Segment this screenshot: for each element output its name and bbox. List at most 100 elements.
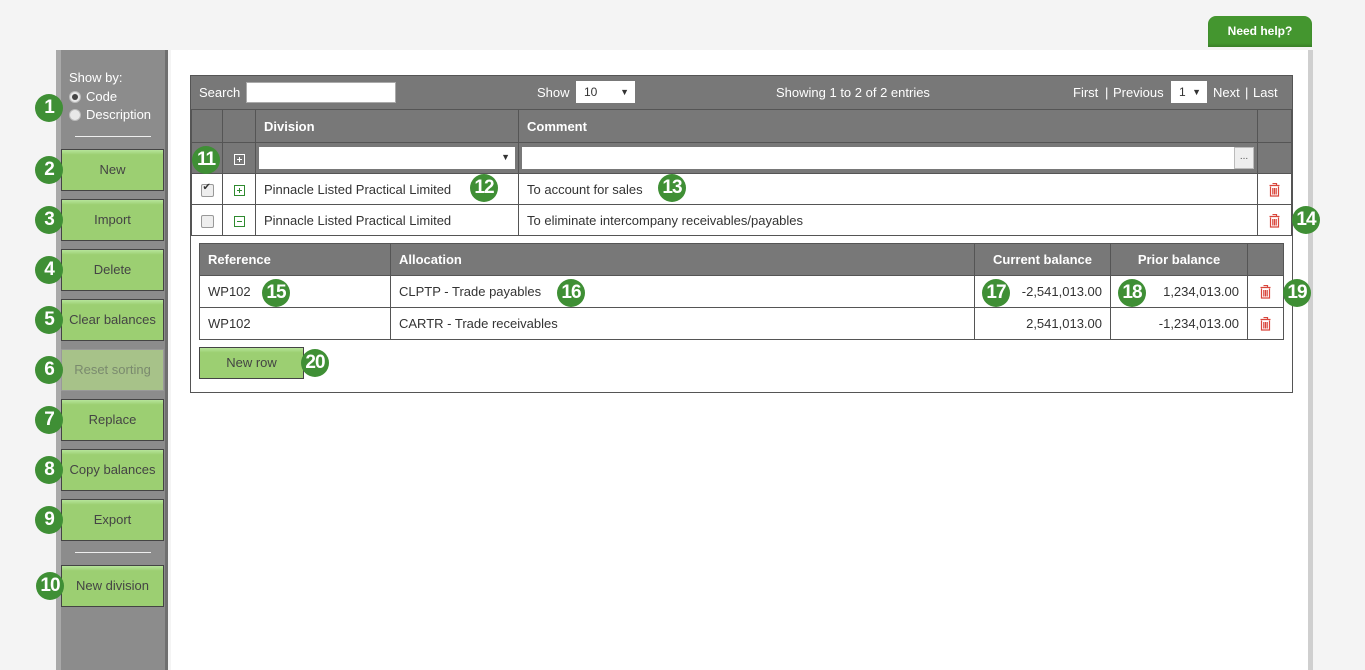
comment-column-header[interactable]: Comment (518, 109, 1258, 143)
reference-cell[interactable]: WP102 (199, 307, 391, 340)
replace-button[interactable]: Replace (61, 399, 164, 441)
callout-badge: 4 (35, 256, 63, 284)
clear-balances-button[interactable]: Clear balances (61, 299, 164, 341)
delete-icon[interactable] (1260, 285, 1271, 299)
callout-badge: 15 (262, 279, 290, 307)
reference-cell[interactable]: WP102 (199, 275, 391, 308)
prior-balance-column-header[interactable]: Prior balance (1110, 243, 1248, 276)
dropdown-arrow-icon: ▼ (501, 152, 510, 162)
need-help-button[interactable]: Need help? (1208, 16, 1312, 47)
divider (75, 552, 151, 553)
division-filter-select[interactable]: ▼ (259, 147, 515, 169)
new-division-button[interactable]: New division (61, 565, 164, 607)
radio-selected-icon[interactable] (69, 90, 81, 103)
table-row[interactable]: Pinnacle Listed Practical Limited To eli… (191, 204, 1292, 236)
detail-row[interactable]: WP102 CARTR - Trade receivables 2,541,01… (199, 307, 1284, 340)
detail-delete-cell (1247, 275, 1284, 308)
division-column-header[interactable]: Division (255, 109, 519, 143)
expand-column-header (222, 109, 256, 143)
allocation-cell[interactable]: CARTR - Trade receivables (390, 307, 975, 340)
header-row: Division Comment (191, 109, 1292, 143)
callout-badge: 11 (192, 146, 220, 174)
row-checkbox[interactable] (200, 182, 214, 197)
allocation-cell[interactable]: CLPTP - Trade payables (390, 275, 975, 308)
first-page-link[interactable]: First (1073, 85, 1098, 100)
copy-balances-button[interactable]: Copy balances (61, 449, 164, 491)
callout-badge: 16 (557, 279, 585, 307)
callout-badge: 1 (35, 94, 63, 122)
comment-cell[interactable]: To eliminate intercompany receivables/pa… (518, 204, 1258, 236)
radio-code[interactable]: Code (69, 89, 151, 104)
filter-cell (222, 142, 256, 174)
delete-icon[interactable] (1269, 213, 1280, 228)
expand-icon[interactable] (233, 184, 245, 196)
callout-badge: 5 (35, 306, 63, 334)
select-column-header (191, 109, 223, 143)
show-by-label: Show by: (69, 70, 123, 85)
callout-badge: 7 (35, 406, 63, 434)
radio-description[interactable]: Description (69, 107, 151, 122)
grid-toolbar: Search Show 10 ▼ Showing 1 to 2 of 2 ent… (191, 76, 1292, 109)
dropdown-arrow-icon: ▼ (1192, 87, 1201, 97)
table-row[interactable]: Pinnacle Listed Practical Limited To acc… (191, 173, 1292, 205)
search-input[interactable] (246, 82, 396, 103)
callout-badge: 10 (36, 572, 64, 600)
new-button[interactable]: New (61, 149, 164, 191)
radio-code-label: Code (86, 89, 118, 104)
show-label: Show (537, 85, 570, 100)
row-select-cell (191, 204, 223, 236)
next-page-link[interactable]: Next (1213, 85, 1240, 100)
current-balance-column-header[interactable]: Current balance (974, 243, 1111, 276)
filter-cell: ▼ (255, 142, 519, 174)
sidebar: Show by: Code Description New Import Del… (56, 50, 168, 670)
reference-column-header[interactable]: Reference (199, 243, 391, 276)
page-size-select[interactable]: 10 ▼ (576, 81, 635, 103)
callout-badge: 9 (35, 506, 63, 534)
filter-cell: ... (518, 142, 1258, 174)
search-label: Search (199, 85, 241, 100)
callout-badge: 8 (35, 456, 63, 484)
last-page-link[interactable]: Last (1253, 85, 1278, 100)
comment-cell[interactable]: To account for sales (518, 173, 1258, 205)
reset-sorting-button[interactable]: Reset sorting (61, 349, 164, 391)
prior-balance-cell[interactable]: -1,234,013.00 (1110, 307, 1248, 340)
row-expand-cell (222, 204, 256, 236)
row-delete-cell (1257, 204, 1292, 236)
current-balance-cell[interactable]: 2,541,013.00 (974, 307, 1111, 340)
division-grid: Search Show 10 ▼ Showing 1 to 2 of 2 ent… (190, 75, 1293, 393)
import-button[interactable]: Import (61, 199, 164, 241)
row-delete-cell (1257, 173, 1292, 205)
callout-badge: 14 (1292, 206, 1320, 234)
callout-badge: 18 (1118, 279, 1146, 307)
delete-icon[interactable] (1269, 182, 1280, 197)
callout-badge: 13 (658, 174, 686, 202)
main-panel: Search Show 10 ▼ Showing 1 to 2 of 2 ent… (171, 50, 1313, 670)
radio-description-label: Description (86, 107, 152, 122)
previous-page-link[interactable]: Previous (1113, 85, 1164, 100)
page-select[interactable]: 1 ▼ (1171, 81, 1207, 103)
dropdown-arrow-icon: ▼ (620, 87, 629, 97)
row-checkbox[interactable] (200, 214, 214, 228)
callout-badge: 12 (470, 174, 498, 202)
callout-badge: 2 (35, 156, 63, 184)
new-row-button[interactable]: New row (199, 347, 304, 379)
ellipsis-button[interactable]: ... (1234, 147, 1254, 169)
filter-cell (1257, 142, 1292, 174)
show-by-group: Show by: Code Description (69, 70, 151, 122)
callout-badge: 3 (35, 206, 63, 234)
export-button[interactable]: Export (61, 499, 164, 541)
delete-icon[interactable] (1260, 317, 1271, 331)
comment-filter-input[interactable]: ... (522, 147, 1254, 169)
division-cell[interactable]: Pinnacle Listed Practical Limited (255, 204, 519, 236)
delete-button[interactable]: Delete (61, 249, 164, 291)
entries-info: Showing 1 to 2 of 2 entries (776, 85, 930, 100)
add-icon[interactable] (233, 153, 245, 165)
collapse-icon[interactable] (233, 215, 245, 227)
radio-unselected-icon[interactable] (69, 108, 81, 121)
allocation-column-header[interactable]: Allocation (390, 243, 975, 276)
callout-badge: 17 (982, 279, 1010, 307)
detail-delete-cell (1247, 307, 1284, 340)
action-column-header (1257, 109, 1292, 143)
detail-header-row: Reference Allocation Current balance Pri… (199, 243, 1284, 276)
divider (75, 136, 151, 137)
